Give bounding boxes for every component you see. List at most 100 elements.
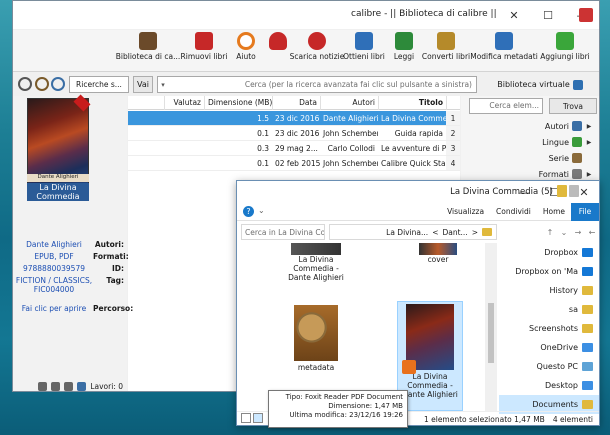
back-arrow-icon[interactable]: ←: [585, 224, 599, 240]
edit-metadata-icon: [495, 32, 513, 50]
details-view-icon[interactable]: [241, 413, 251, 423]
scrollbar-thumb[interactable]: [488, 303, 494, 363]
explorer-search-input[interactable]: Cerca in La Divina Co...: [241, 224, 325, 240]
saved-search-icon[interactable]: [35, 77, 49, 91]
fetch-news-button[interactable]: Scarica notizie: [290, 32, 344, 70]
epub-thumbnail: [291, 243, 341, 255]
cover-author-text: Dante Alighieri: [27, 174, 89, 182]
tag-category-authors[interactable]: ▶ Autori: [461, 118, 599, 134]
folder-icon: [582, 305, 593, 314]
table-row[interactable]: 2 Guida rapida John Schember 23 dic 2016…: [128, 126, 460, 141]
image-thumbnail: [419, 243, 457, 255]
item-count: 4 elementi: [552, 415, 593, 424]
tag-category-series[interactable]: Serie: [461, 150, 599, 166]
tab-file[interactable]: File: [571, 202, 599, 221]
remove-books-button[interactable]: Rimuovi libri: [181, 32, 227, 70]
column-date[interactable]: Data: [272, 96, 320, 110]
onedrive-icon: [582, 343, 593, 352]
help-icon: [237, 32, 255, 50]
expand-arrow-icon[interactable]: ▶: [585, 171, 593, 178]
read-icon: [395, 32, 413, 50]
expand-arrow-icon[interactable]: ▶: [585, 139, 593, 146]
saved-searches-input[interactable]: Ricerche s...: [69, 76, 129, 93]
remove-books-icon: [195, 32, 213, 50]
list-view-icon[interactable]: [51, 381, 61, 391]
column-title[interactable]: Titolo: [378, 96, 446, 110]
nav-item-this-pc[interactable]: Questo PC: [499, 357, 599, 376]
nav-item-dropbox[interactable]: Dropbox: [499, 243, 599, 262]
read-button[interactable]: Leggi: [389, 32, 419, 70]
file-list: cover La Divina Commedia - Dante Alighie…: [237, 243, 483, 411]
forward-arrow-icon[interactable]: →: [571, 224, 585, 240]
formats-icon: [572, 169, 582, 179]
file-item-cover[interactable]: cover: [405, 243, 471, 264]
tag-category-languages[interactable]: ▶ Lingue: [461, 134, 599, 150]
table-row[interactable]: 3 Le avventure di Pinocc... Carlo Collod…: [128, 141, 460, 156]
opf-file-icon: [294, 305, 338, 361]
expand-arrow-icon[interactable]: ▶: [585, 123, 593, 130]
nav-item-screenshots[interactable]: Screenshots: [499, 319, 599, 338]
find-item-input[interactable]: Cerca elem...: [469, 98, 543, 114]
add-book-icon: [556, 32, 574, 50]
calibre-title-bar: — ☐ ✕ calibre - || Biblioteca di calibre…: [13, 1, 599, 29]
calibre-status-bar: Lavori: 0: [13, 379, 127, 391]
tab-home[interactable]: Home: [537, 203, 571, 221]
table-row[interactable]: 1 La Divina Commedia Dante Alighieri 23 …: [128, 111, 460, 126]
donate-button[interactable]: [265, 32, 291, 70]
ribbon-help: ? ⌄: [243, 206, 265, 217]
tag-browser-controls: Trova Cerca elem...: [465, 98, 597, 116]
nav-item-onedrive[interactable]: OneDrive: [499, 338, 599, 357]
file-tooltip: Tipo: Foxit Reader PDF Document Dimensio…: [268, 390, 408, 428]
large-icons-view-icon[interactable]: [253, 413, 263, 423]
authors-icon: [572, 121, 582, 131]
add-books-button[interactable]: Aggiungi libri: [537, 32, 593, 70]
table-row[interactable]: 4 Calibre Quick Start Guide John Schembe…: [128, 156, 460, 171]
explorer-title-bar: — ☐ ✕ La Divina Commedia (5): [237, 181, 599, 203]
row-number-header: [446, 96, 460, 110]
find-button[interactable]: Trova: [549, 98, 597, 114]
news-icon: [308, 32, 326, 50]
tag-tree: ▶ Autori ▶ Lingue Serie ▶ Formati: [461, 118, 599, 182]
expand-ribbon-icon[interactable]: ⌄: [258, 206, 265, 217]
grid-view-icon[interactable]: [64, 381, 74, 391]
heart-icon: [269, 32, 287, 50]
folder-icon[interactable]: [557, 185, 567, 197]
search-icon[interactable]: [51, 77, 65, 91]
nav-item-history[interactable]: History: [499, 281, 599, 300]
convert-books-button[interactable]: Converti libri: [422, 32, 470, 70]
get-books-icon: [355, 32, 373, 50]
layout-icon[interactable]: [38, 381, 48, 391]
virtual-library-button[interactable]: Biblioteca virtuale: [481, 76, 599, 93]
recent-dropdown-icon[interactable]: ⌄: [557, 224, 571, 240]
jobs-status[interactable]: Lavori: 0: [90, 382, 123, 391]
pc-icon: [582, 362, 593, 371]
nav-item-sa[interactable]: sa: [499, 300, 599, 319]
book-list-header: Titolo Autori Data Dimensione (MB) Valut…: [128, 96, 460, 110]
nav-item-desktop[interactable]: Desktop: [499, 376, 599, 395]
tab-share[interactable]: Condividi: [490, 203, 537, 221]
tab-view[interactable]: Visualizza: [441, 203, 490, 221]
help-button[interactable]: Aiuto: [231, 32, 261, 70]
calibre-app-icon: [579, 8, 593, 22]
dropbox-icon: [582, 267, 593, 276]
file-item-metadata[interactable]: metadata: [283, 303, 349, 372]
column-authors[interactable]: Autori: [320, 96, 378, 110]
advanced-search-icon[interactable]: [18, 77, 32, 91]
breadcrumb[interactable]: > Dant... < La Divina...: [329, 224, 497, 240]
navigation-pane: Dropbox Dropbox on 'Ma History sa Screen…: [499, 243, 599, 414]
up-arrow-icon[interactable]: ↑: [543, 224, 557, 240]
search-go-button[interactable]: Vai: [133, 76, 153, 93]
column-size[interactable]: Dimensione (MB): [204, 96, 272, 110]
nav-item-dropbox-on[interactable]: Dropbox on 'Ma: [499, 262, 599, 281]
search-dropdown-icon[interactable]: ▾: [157, 76, 169, 93]
column-rating[interactable]: Valutaz: [164, 96, 204, 110]
main-toolbar: Aggiungi libri Modifica metadati Convert…: [13, 30, 599, 72]
folder-icon[interactable]: [569, 185, 579, 197]
help-icon[interactable]: ?: [243, 206, 254, 217]
get-books-button[interactable]: Ottieni libri: [343, 32, 385, 70]
search-input[interactable]: Cerca (per la ricerca avanzata fai clic …: [157, 76, 477, 93]
library-button[interactable]: Biblioteca di ca...: [116, 32, 180, 70]
file-item-epub[interactable]: La Divina Commedia - Dante Alighieri: [283, 243, 349, 282]
edit-metadata-button[interactable]: Modifica metadati: [470, 32, 538, 70]
vertical-scrollbar[interactable]: [485, 243, 497, 411]
